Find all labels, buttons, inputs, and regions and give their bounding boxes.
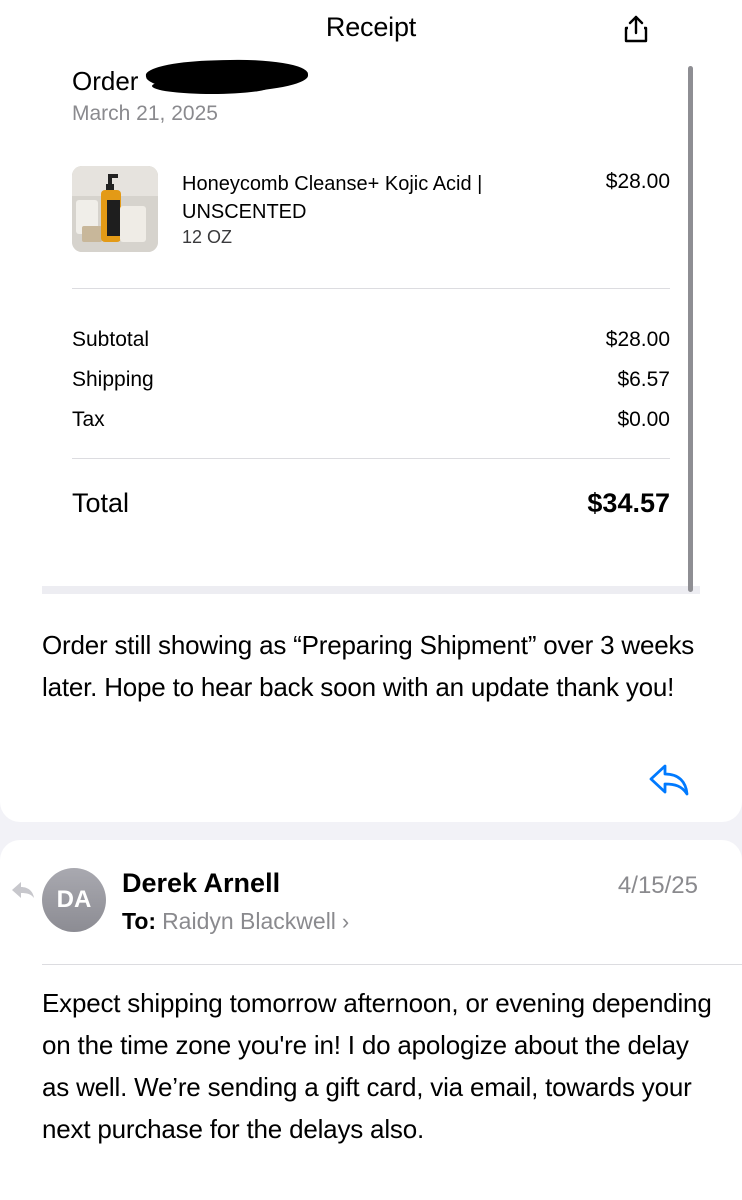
email-date: 4/15/25 (617, 872, 698, 899)
reply-email-card: DA Derek Arnell To: Raidyn Blackwell › 4/1… (0, 840, 742, 1200)
to-label: To: (122, 908, 157, 934)
receipt-preview[interactable]: Order March 21, 2025 Honeycomb Cleanse+ … (42, 50, 700, 594)
reply-icon[interactable] (648, 762, 690, 798)
order-date: March 21, 2025 (72, 102, 218, 125)
item-name: Honeycomb Cleanse+ Kojic Acid | UNSCENTE… (182, 173, 483, 223)
tax-label: Tax (72, 408, 105, 431)
sender-name: Derek Arnell (122, 868, 281, 898)
divider (42, 964, 742, 965)
email-body: Expect shipping tomorrow afternoon, or e… (42, 988, 712, 1144)
redaction-mark (152, 78, 272, 94)
shipping-value: $6.57 (617, 368, 670, 391)
tax-value: $0.00 (617, 408, 670, 431)
share-icon[interactable] (620, 13, 652, 45)
replied-icon (12, 882, 34, 898)
divider (72, 288, 670, 289)
product-thumbnail (72, 166, 158, 252)
subtotal-label: Subtotal (72, 328, 150, 351)
receipt-message-card: Receipt Order March 21, 2025 Honeycomb C… (0, 0, 742, 822)
recipient-row[interactable]: To: Raidyn Blackwell › (122, 908, 349, 935)
receipt-bottom-edge (42, 586, 700, 594)
chevron-right-icon[interactable]: › (342, 909, 349, 934)
order-label: Order (72, 66, 139, 96)
avatar[interactable]: DA (42, 868, 106, 932)
scrollbar[interactable] (688, 66, 693, 592)
message-body: Order still showing as “Preparing Shipme… (42, 630, 695, 702)
item-price: $28.00 (605, 170, 670, 193)
total-label: Total (72, 488, 130, 518)
item-size: 12 OZ (182, 227, 233, 247)
divider (72, 458, 670, 459)
subtotal-value: $28.00 (605, 328, 670, 351)
total-value: $34.57 (587, 488, 670, 518)
shipping-label: Shipping (72, 368, 154, 391)
recipient-name[interactable]: Raidyn Blackwell (162, 908, 336, 934)
